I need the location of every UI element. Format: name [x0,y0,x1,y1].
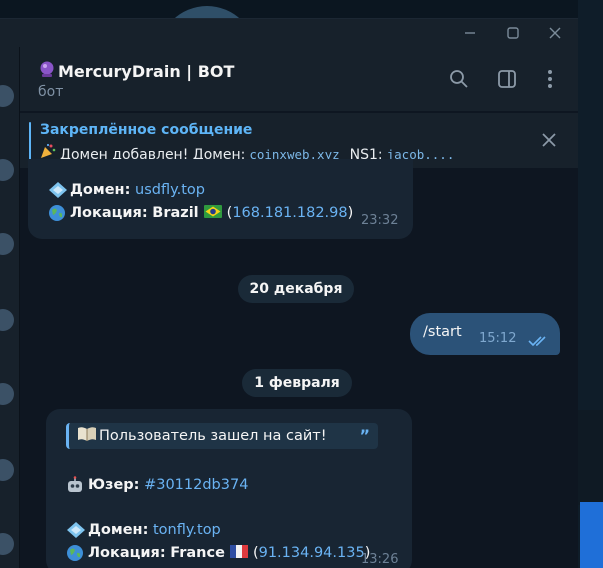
location-label: Локация: [88,545,166,561]
date-separator: 1 февраля [242,369,352,397]
domain-label: Домен: [70,182,131,198]
quote-mark-icon: ” [359,426,370,445]
location-label: Локация: [70,205,148,221]
globe-icon [66,544,86,562]
location-value: France [170,545,225,561]
diamond-icon [48,181,68,199]
background-blue-panel [580,502,603,568]
chat-title: MercuryDrain | BOT [38,60,234,82]
chat-list-avatar[interactable] [0,459,14,481]
chat-header[interactable]: MercuryDrain | BOT бот [20,47,578,111]
message-location-line: Локация: France ( 91.134.94.135 ) [66,544,370,562]
more-options-icon[interactable] [538,67,562,91]
globe-icon [48,204,68,222]
user-hashtag-link[interactable]: #30112db374 [144,477,248,493]
chat-messages-area[interactable]: Домен: usdfly.top Локация: Brazil ( 168.… [20,159,578,568]
search-icon[interactable] [447,67,471,91]
message-domain-line: Домен: usdfly.top [48,181,205,199]
diamond-icon [66,521,86,539]
brazil-flag-icon [203,204,222,222]
quote-text: Пользователь зашел на сайт! [99,428,327,444]
domain-link[interactable]: tonfly.top [153,522,221,538]
sidebar-toggle-icon[interactable] [495,67,519,91]
user-label: Юзер: [88,477,140,493]
domain-label: Домен: [88,522,149,538]
chat-subtitle: бот [38,84,64,100]
message-time: 13:26 [361,552,399,567]
pinned-title: Закреплённое сообщение [40,122,253,138]
pinned-accent-bar [29,122,31,162]
ip-close-paren: ) [347,205,354,221]
double-check-icon [528,332,550,351]
window-close-icon[interactable] [545,23,565,43]
ip-link[interactable]: 91.134.94.135 [259,545,365,561]
incoming-message[interactable]: Домен: usdfly.top Локация: Brazil ( 168.… [28,159,413,239]
message-time: 23:32 [361,213,399,228]
chat-list-strip[interactable] [0,47,20,568]
incoming-message[interactable]: Пользователь зашел на сайт! ” Юзер: #301… [46,409,412,568]
location-value: Brazil [152,205,199,221]
robot-icon [66,476,86,494]
outgoing-text: /start [423,324,462,340]
message-location-line: Локация: Brazil ( 168.181.182.98 ) [48,204,353,222]
telegram-window: MercuryDrain | BOT бот Закреплённое сооб… [0,18,578,568]
domain-link[interactable]: usdfly.top [135,182,205,198]
chat-list-avatar[interactable] [0,533,14,555]
message-user-line: Юзер: #30112db374 [66,476,248,494]
date-separator: 20 декабря [238,275,354,303]
background-panel [578,410,603,505]
message-time: 15:12 [479,331,517,346]
outgoing-message[interactable]: /start 15:12 [410,313,560,355]
message-domain-line: Домен: tonfly.top [66,521,221,539]
chat-list-avatar[interactable] [0,159,14,181]
crystal-ball-icon [38,60,56,82]
chat-list-avatar[interactable] [0,233,14,255]
close-icon[interactable] [538,129,560,151]
minimize-icon[interactable] [460,23,480,43]
chat-list-avatar[interactable] [0,309,14,331]
maximize-icon[interactable] [503,23,523,43]
ip-link[interactable]: 168.181.182.98 [232,205,347,221]
quote-block: Пользователь зашел на сайт! ” [66,423,378,449]
chat-list-avatar[interactable] [0,85,14,107]
france-flag-icon [229,544,248,562]
chat-title-text: MercuryDrain | BOT [58,61,235,81]
chat-list-avatar[interactable] [0,383,14,405]
window-titlebar [0,19,578,47]
book-icon [77,426,97,446]
